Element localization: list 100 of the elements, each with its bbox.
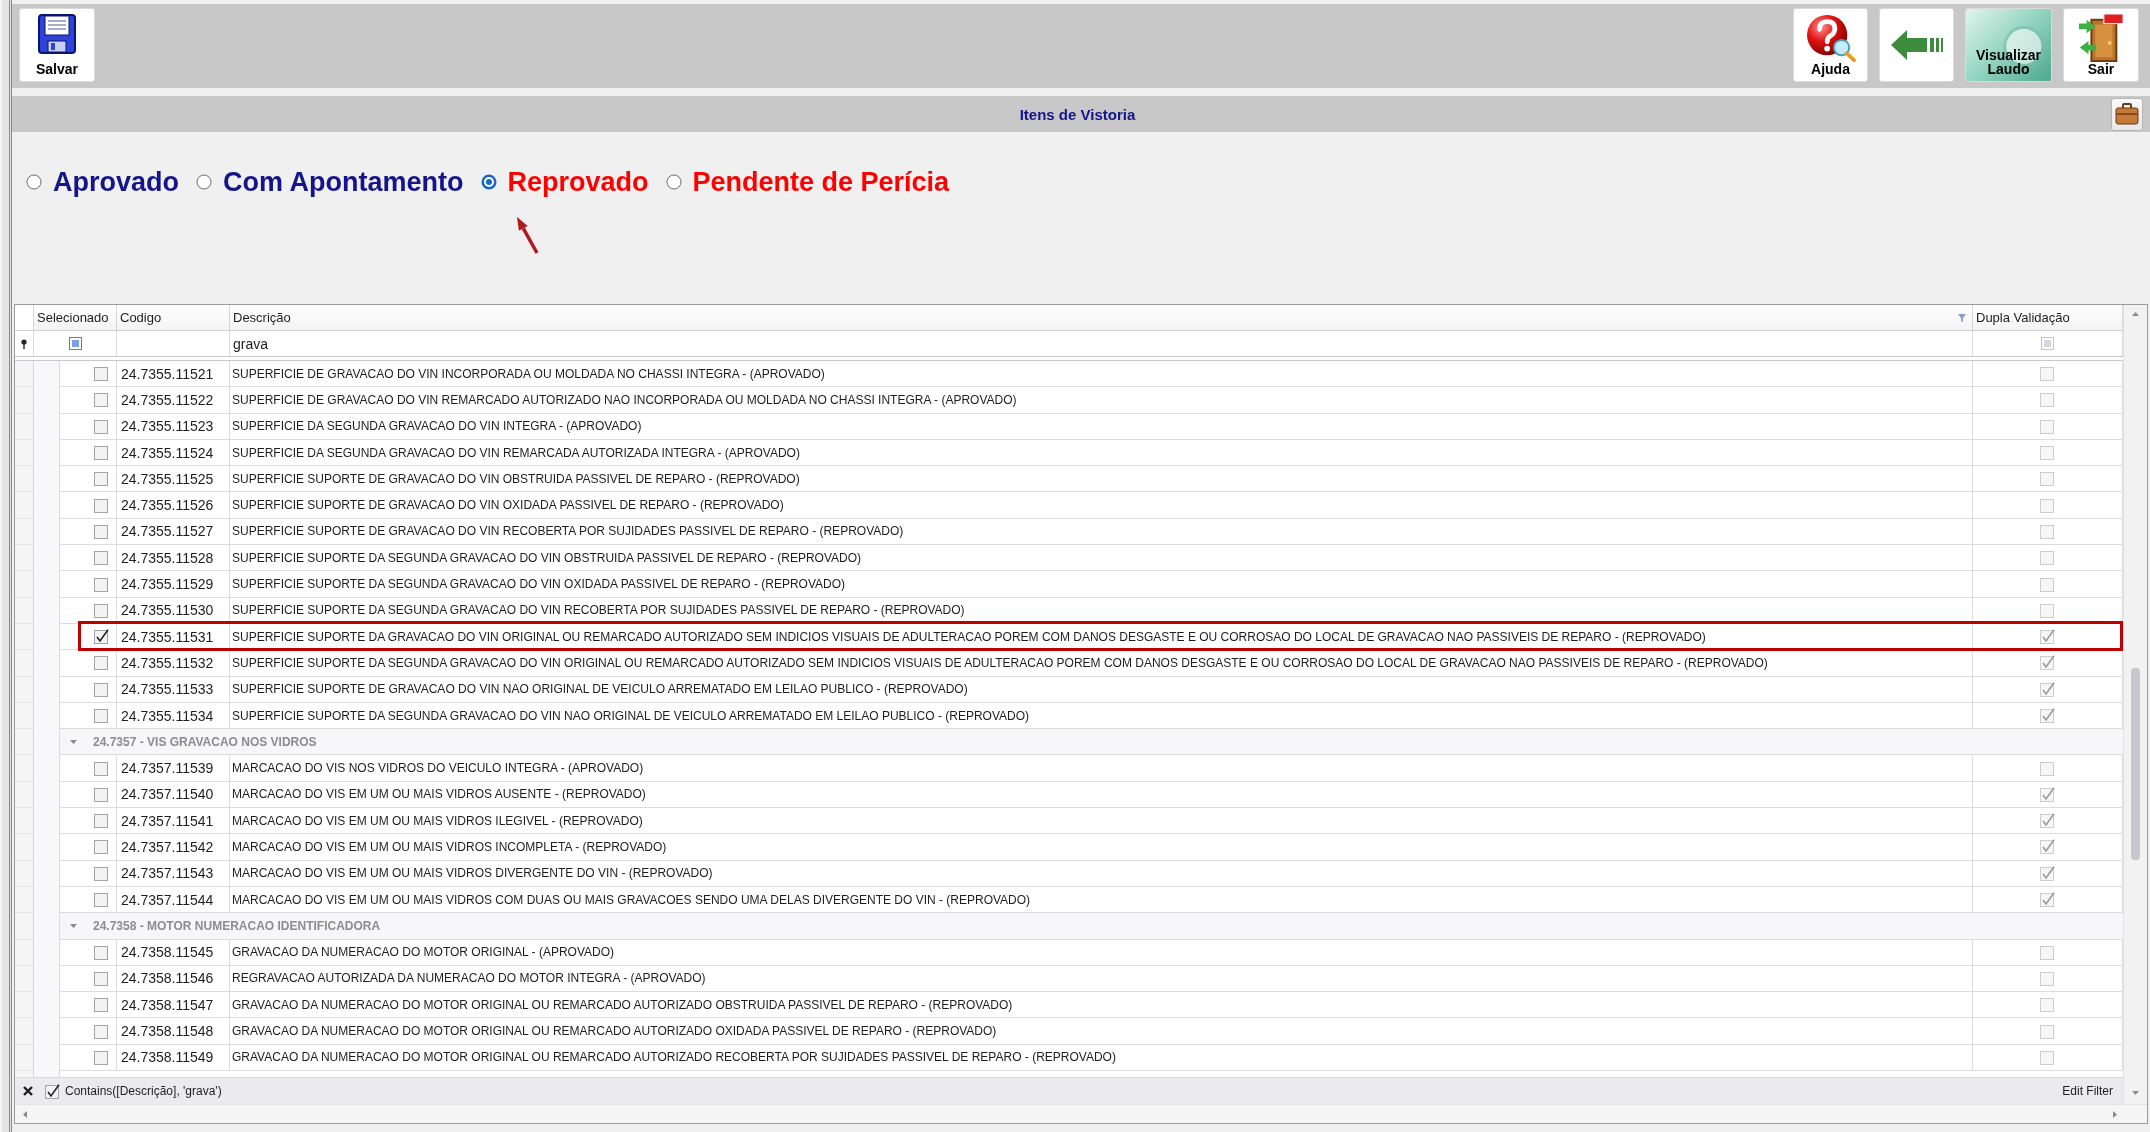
checkbox[interactable]	[94, 550, 109, 566]
checkbox[interactable]	[94, 892, 109, 908]
horizontal-scrollbar[interactable]	[15, 1104, 2147, 1123]
checkbox[interactable]	[2040, 550, 2055, 566]
checkbox[interactable]	[94, 813, 109, 829]
description-cell: MARCACAO DO VIS EM UM OU MAIS VIDROS ILEGIVEL - (REPROVADO)	[230, 808, 1973, 835]
radio-label[interactable]: Com Apontamento	[223, 166, 464, 198]
caret-down-icon[interactable]	[70, 923, 77, 928]
filter-input[interactable]: grava	[231, 335, 271, 352]
checkbox[interactable]	[94, 786, 109, 802]
checkbox[interactable]	[94, 471, 109, 487]
description-cell: SUPERFICIE DE GRAVACAO DO VIN REMARCADO AUTORIZADO NAO INCORPORADA OU MOLDADA NO CHASSI INTEGRA - (APROVADO)	[230, 387, 1973, 414]
scroll-down-icon[interactable]	[2132, 1091, 2139, 1095]
description-cell: SUPERFICIE SUPORTE DE GRAVACAO DO VIN NAO ORIGINAL DE VEICULO ARREMATADO EM LEILAO PUBLICO - (REPROVADO)	[230, 676, 1973, 703]
code-cell: 24.7357.11543	[117, 860, 230, 887]
vertical-scrollbar[interactable]	[2123, 305, 2147, 1104]
checkbox[interactable]	[2040, 366, 2055, 382]
checkbox[interactable]	[94, 366, 109, 382]
checkbox[interactable]	[94, 944, 109, 960]
checkbox[interactable]	[2040, 813, 2055, 829]
code-cell: 24.7357.11540	[117, 781, 230, 809]
filter-icon[interactable]	[1958, 313, 1966, 322]
checkbox[interactable]	[94, 445, 109, 461]
radio-label[interactable]: Reprovado	[507, 166, 649, 198]
checkbox[interactable]	[94, 760, 109, 776]
description-cell: SUPERFICIE SUPORTE DA SEGUNDA GRAVACAO DO VIN OBSTRUIDA PASSIVEL DE REPARO - (REPROVADO)	[230, 545, 1973, 572]
code-cell: 24.7355.11523	[117, 413, 230, 440]
checkbox[interactable]	[94, 1049, 109, 1065]
checkbox[interactable]	[94, 970, 109, 986]
code-cell: 24.7358.11546	[117, 965, 230, 993]
checkbox[interactable]	[2040, 655, 2055, 671]
filter-checkbox[interactable]	[2041, 337, 2054, 350]
description-cell: GRAVACAO DA NUMERACAO DO MOTOR ORIGINAL OU REMARCADO AUTORIZADO OXIDADA PASSIVEL DE REPARO - (REPROVADO)	[230, 1018, 1973, 1045]
checkbox[interactable]	[94, 497, 109, 513]
checkbox[interactable]	[94, 629, 109, 645]
checkbox[interactable]	[94, 418, 109, 434]
checkbox[interactable]	[94, 839, 109, 855]
scroll-left-icon[interactable]	[23, 1110, 27, 1118]
code-cell: 24.7357.11539	[117, 755, 230, 782]
description-cell: SUPERFICIE SUPORTE DA SEGUNDA GRAVACAO DO VIN NAO ORIGINAL DE VEICULO ARREMATADO EM LEILAO PUBLICO - (REPROVADO)	[230, 702, 1973, 730]
column-header[interactable]: Descrição	[233, 310, 291, 325]
radio-button[interactable]	[665, 174, 682, 190]
scroll-up-icon[interactable]	[2132, 312, 2139, 316]
checkbox[interactable]	[2040, 970, 2055, 986]
checkbox[interactable]	[94, 576, 109, 592]
checkbox[interactable]	[2040, 997, 2055, 1013]
radio-button[interactable]	[196, 174, 212, 190]
exit-button[interactable]: Sair	[2063, 8, 2139, 82]
scrollbar-thumb[interactable]	[2131, 668, 2140, 860]
scroll-right-icon[interactable]	[2113, 1110, 2117, 1118]
checkbox[interactable]	[94, 681, 109, 697]
checkbox[interactable]	[2040, 760, 2055, 776]
checkbox[interactable]	[2040, 576, 2055, 592]
briefcase-button[interactable]	[2111, 97, 2143, 131]
edit-filter-link[interactable]: Edit Filter	[2062, 1084, 2113, 1098]
description-cell: MARCACAO DO VIS EM UM OU MAIS VIDROS DIVERGENTE DO VIN - (REPROVADO)	[230, 860, 1973, 887]
checkbox[interactable]	[2040, 602, 2055, 618]
checkbox[interactable]	[2040, 418, 2055, 434]
radio-label[interactable]: Pendente de Perícia	[692, 166, 950, 198]
description-cell: MARCACAO DO VIS EM UM OU MAIS VIDROS INCOMPLETA - (REPROVADO)	[230, 834, 1973, 861]
checkbox[interactable]	[2040, 839, 2055, 855]
checkbox[interactable]	[94, 392, 109, 408]
back-button[interactable]	[1879, 8, 1954, 82]
checkbox[interactable]	[45, 1083, 60, 1099]
checkbox[interactable]	[94, 708, 109, 723]
close-filter-icon[interactable]	[23, 1086, 33, 1096]
description-cell: SUPERFICIE SUPORTE DA SEGUNDA GRAVACAO DO VIN OXIDADA PASSIVEL DE REPARO - (REPROVADO)	[230, 571, 1973, 598]
checkbox[interactable]	[2040, 1023, 2055, 1039]
description-cell: MARCACAO DO VIS EM UM OU MAIS VIDROS COM DUAS OU MAIS GRAVACOES SENDO UMA DELAS DIVERGENTE DO VIN - (REPROVADO)	[230, 886, 1973, 914]
radio-button[interactable]	[480, 174, 497, 190]
checkbox[interactable]	[2040, 944, 2055, 960]
code-cell: 24.7355.11528	[117, 545, 230, 572]
checkbox[interactable]	[2040, 892, 2055, 908]
radio-label[interactable]: Aprovado	[53, 166, 179, 198]
checkbox[interactable]	[2040, 523, 2055, 539]
checkbox[interactable]	[94, 523, 109, 539]
exit-door-icon	[2078, 14, 2124, 62]
checkbox[interactable]	[94, 655, 109, 671]
checkbox[interactable]	[94, 602, 109, 618]
filter-expression[interactable]: Contains([Descrição], 'grava')	[65, 1084, 222, 1098]
code-cell: 24.7355.11532	[117, 650, 230, 677]
save-button[interactable]: Salvar	[19, 8, 95, 82]
checkbox[interactable]	[94, 1023, 109, 1039]
checkbox[interactable]	[2040, 865, 2055, 881]
checkbox[interactable]	[2040, 629, 2055, 645]
checkbox[interactable]	[2040, 497, 2055, 513]
checkbox[interactable]	[2040, 681, 2055, 697]
checkbox[interactable]	[94, 997, 109, 1013]
radio-button[interactable]	[26, 174, 42, 190]
checkbox[interactable]	[2040, 471, 2055, 487]
checkbox[interactable]	[2040, 392, 2055, 408]
checkbox[interactable]	[2040, 708, 2055, 723]
checkbox[interactable]	[2040, 1049, 2055, 1065]
help-button[interactable]: Ajuda	[1793, 8, 1868, 82]
checkbox[interactable]	[2040, 786, 2055, 802]
checkbox[interactable]	[2040, 445, 2055, 461]
filter-checkbox[interactable]	[68, 337, 82, 350]
caret-down-icon[interactable]	[70, 739, 77, 744]
checkbox[interactable]	[94, 865, 109, 881]
view-report-button[interactable]: Visualizar Laudo	[1965, 8, 2052, 82]
